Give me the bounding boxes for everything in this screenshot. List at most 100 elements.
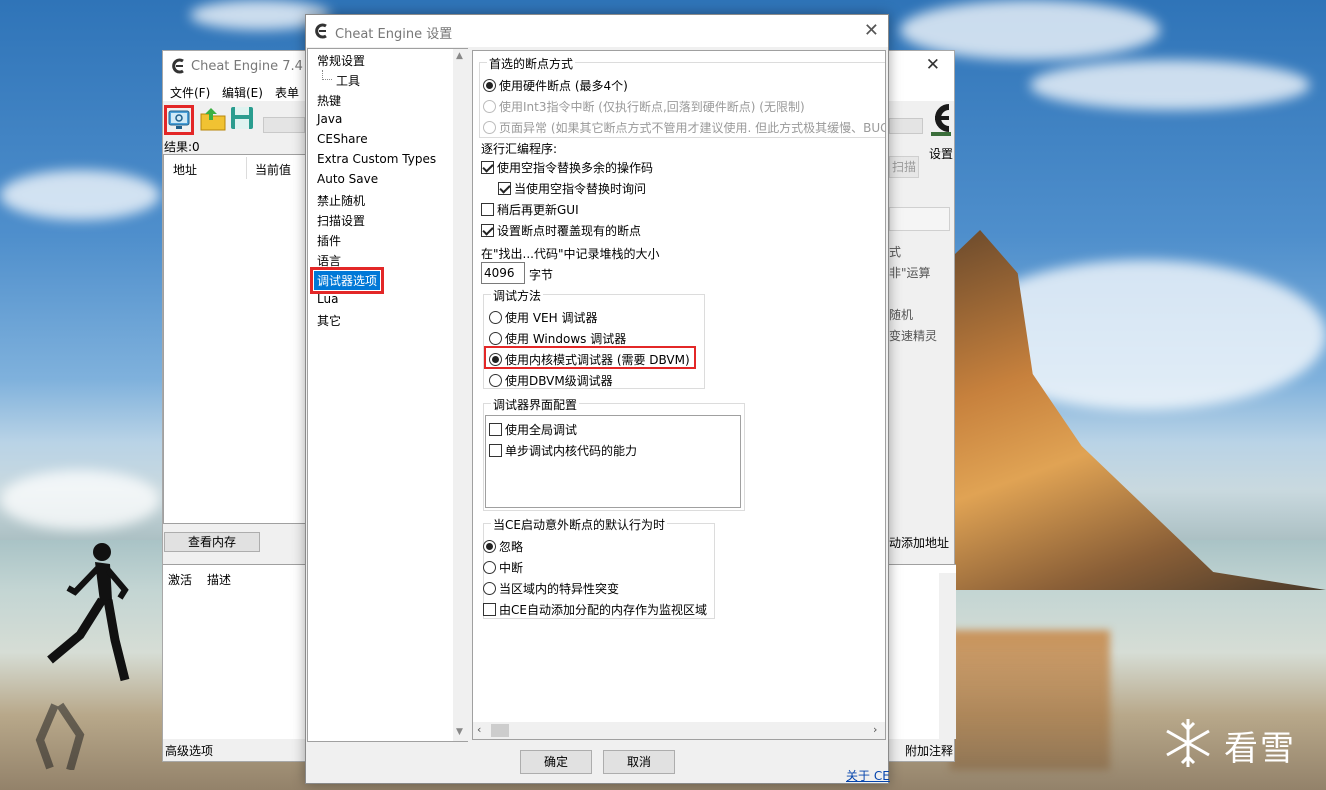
checkbox-auto-add-region[interactable]: 由CE自动添加分配的内存作为监视区域 bbox=[483, 601, 707, 618]
ok-button[interactable]: 确定 bbox=[520, 750, 592, 774]
tree-item-general[interactable]: 常规设置 bbox=[317, 52, 365, 69]
watermark: 看雪 bbox=[1160, 715, 1320, 773]
about-ce-link[interactable]: 关于 CE bbox=[846, 767, 890, 784]
checkbox[interactable] bbox=[483, 603, 496, 616]
option-label: 忽略 bbox=[499, 540, 524, 554]
radio-hardware-breakpoint[interactable]: 使用硬件断点 (最多4个) bbox=[483, 77, 628, 94]
add-address-manually-button[interactable]: 动添加地址 bbox=[889, 534, 949, 551]
scan-button[interactable]: 扫描 bbox=[889, 156, 919, 178]
column-description[interactable]: 描述 bbox=[207, 571, 231, 588]
menu-file[interactable]: 文件(F) bbox=[170, 84, 210, 101]
radio-button[interactable] bbox=[489, 311, 502, 324]
scroll-left-icon[interactable]: ‹ bbox=[477, 723, 481, 736]
scroll-down-icon[interactable]: ▼ bbox=[456, 727, 463, 737]
radio-region-mutation[interactable]: 当区域内的特异性突变 bbox=[483, 580, 619, 597]
scroll-up-icon[interactable]: ▲ bbox=[456, 51, 463, 61]
scroll-right-icon[interactable]: › bbox=[873, 723, 877, 736]
cheat-engine-icon bbox=[315, 23, 327, 39]
radio-button[interactable] bbox=[489, 353, 502, 366]
horizontal-scrollbar[interactable]: ‹ › bbox=[473, 722, 885, 739]
settings-tree[interactable]: 常规设置 工具 热键 Java CEShare Extra Custom Typ… bbox=[307, 48, 468, 742]
option-label: 当使用空指令替换时询问 bbox=[514, 182, 647, 196]
radio-button[interactable] bbox=[483, 100, 496, 113]
radio-button[interactable] bbox=[489, 332, 502, 345]
view-memory-button[interactable]: 查看内存 bbox=[164, 532, 260, 552]
stack-size-input[interactable]: 4096 bbox=[481, 262, 525, 284]
address-list[interactable]: 地址 当前值 bbox=[163, 154, 308, 524]
stack-size-label: 在"找出...代码"中记录堆栈的大小 bbox=[481, 247, 660, 261]
cheat-engine-logo[interactable] bbox=[927, 101, 955, 139]
checkbox-ask-nop[interactable]: 当使用空指令替换时询问 bbox=[498, 180, 646, 197]
column-active[interactable]: 激活 bbox=[168, 571, 192, 588]
cancel-button[interactable]: 取消 bbox=[603, 750, 675, 774]
scrollbar-thumb[interactable] bbox=[491, 724, 509, 737]
tree-item-debugger-options[interactable]: 调试器选项 bbox=[309, 267, 385, 294]
radio-page-exception[interactable]: 页面异常 (如果其它断点方式不管用才建议使用. 但此方式极其缓慢、BUG bbox=[483, 119, 885, 136]
checkbox-overwrite-breakpoints[interactable]: 设置断点时覆盖现有的断点 bbox=[481, 222, 641, 239]
snowflake-icon bbox=[1166, 719, 1210, 767]
tree-connector bbox=[322, 70, 332, 80]
menu-table[interactable]: 表单 bbox=[275, 84, 299, 101]
option-label: 使用硬件断点 (最多4个) bbox=[499, 79, 628, 93]
radio-int3-breakpoint[interactable]: 使用Int3指令中断 (仅执行断点,回落到硬件断点) (无限制) bbox=[483, 98, 805, 115]
dialog-title-bar: Cheat Engine 设置 ✕ bbox=[306, 15, 888, 47]
tree-item-ceshare[interactable]: CEShare bbox=[317, 132, 368, 146]
tree-item-auto-save[interactable]: Auto Save bbox=[317, 172, 378, 186]
vertical-scrollbar[interactable] bbox=[939, 573, 956, 739]
attach-comment[interactable]: 附加注释 bbox=[905, 742, 953, 759]
tree-item-tools[interactable]: 工具 bbox=[336, 72, 360, 89]
checkbox-update-gui-later[interactable]: 稍后再更新GUI bbox=[481, 201, 579, 218]
radio-ignore[interactable]: 忽略 bbox=[483, 538, 523, 555]
progress-bar-right bbox=[889, 118, 923, 134]
tree-item-java[interactable]: Java bbox=[317, 112, 342, 126]
option-label: 单步调试内核代码的能力 bbox=[505, 444, 638, 458]
option-label: 使用空指令替换多余的操作码 bbox=[497, 161, 654, 175]
advanced-options[interactable]: 高级选项 bbox=[165, 742, 213, 759]
checkbox[interactable] bbox=[498, 182, 511, 195]
radio-button[interactable] bbox=[483, 79, 496, 92]
radio-kernel-debugger[interactable]: 使用内核模式调试器 (需要 DBVM) bbox=[489, 351, 690, 368]
close-icon[interactable]: ✕ bbox=[864, 20, 879, 41]
radio-dbvm-debugger[interactable]: 使用DBVM级调试器 bbox=[489, 372, 613, 389]
column-address[interactable]: 地址 bbox=[173, 161, 197, 178]
tree-item-lua[interactable]: Lua bbox=[317, 292, 338, 306]
checkbox[interactable] bbox=[481, 224, 494, 237]
radio-button[interactable] bbox=[489, 374, 502, 387]
checkbox[interactable] bbox=[481, 203, 494, 216]
close-icon[interactable]: ✕ bbox=[926, 55, 940, 75]
radio-veh-debugger[interactable]: 使用 VEH 调试器 bbox=[489, 309, 597, 326]
radio-button[interactable] bbox=[483, 540, 496, 553]
checkbox-nop-replace[interactable]: 使用空指令替换多余的操作码 bbox=[481, 159, 653, 176]
radio-break[interactable]: 中断 bbox=[483, 559, 523, 576]
checkbox-kernel-step[interactable]: 单步调试内核代码的能力 bbox=[489, 442, 637, 459]
tree-item-other[interactable]: 其它 bbox=[317, 312, 341, 329]
checkbox[interactable] bbox=[489, 423, 502, 436]
tree-scrollbar[interactable]: ▲ ▼ bbox=[453, 49, 468, 741]
tree-item-no-random[interactable]: 禁止随机 bbox=[317, 192, 365, 209]
checkbox-global-debug[interactable]: 使用全局调试 bbox=[489, 421, 577, 438]
group-title: 调试方法 bbox=[491, 287, 544, 304]
value-input[interactable] bbox=[889, 207, 950, 231]
settings-label[interactable]: 设置 bbox=[929, 145, 953, 162]
radio-windows-debugger[interactable]: 使用 Windows 调试器 bbox=[489, 330, 626, 347]
tree-item-scan-settings[interactable]: 扫描设置 bbox=[317, 212, 365, 229]
checkbox[interactable] bbox=[481, 161, 494, 174]
save-button[interactable] bbox=[229, 105, 259, 135]
tree-item-plugins[interactable]: 插件 bbox=[317, 232, 341, 249]
checkbox[interactable] bbox=[489, 444, 502, 457]
column-value[interactable]: 当前值 bbox=[255, 161, 291, 178]
option-label: 设置断点时覆盖现有的断点 bbox=[497, 224, 642, 238]
radio-button[interactable] bbox=[483, 561, 496, 574]
select-process-button[interactable] bbox=[164, 105, 194, 135]
radio-button[interactable] bbox=[483, 121, 496, 134]
tree-item-language[interactable]: 语言 bbox=[317, 252, 341, 269]
tree-item-hotkeys[interactable]: 热键 bbox=[317, 92, 341, 109]
cloud bbox=[0, 170, 160, 220]
option-label: 稍后再更新GUI bbox=[497, 203, 579, 217]
tree-item-extra-custom-types[interactable]: Extra Custom Types bbox=[317, 152, 436, 166]
progress-bar bbox=[263, 117, 305, 133]
radio-button[interactable] bbox=[483, 582, 496, 595]
open-file-button[interactable] bbox=[199, 105, 229, 135]
option-label: 使用 VEH 调试器 bbox=[505, 311, 598, 325]
menu-edit[interactable]: 编辑(E) bbox=[222, 84, 263, 101]
